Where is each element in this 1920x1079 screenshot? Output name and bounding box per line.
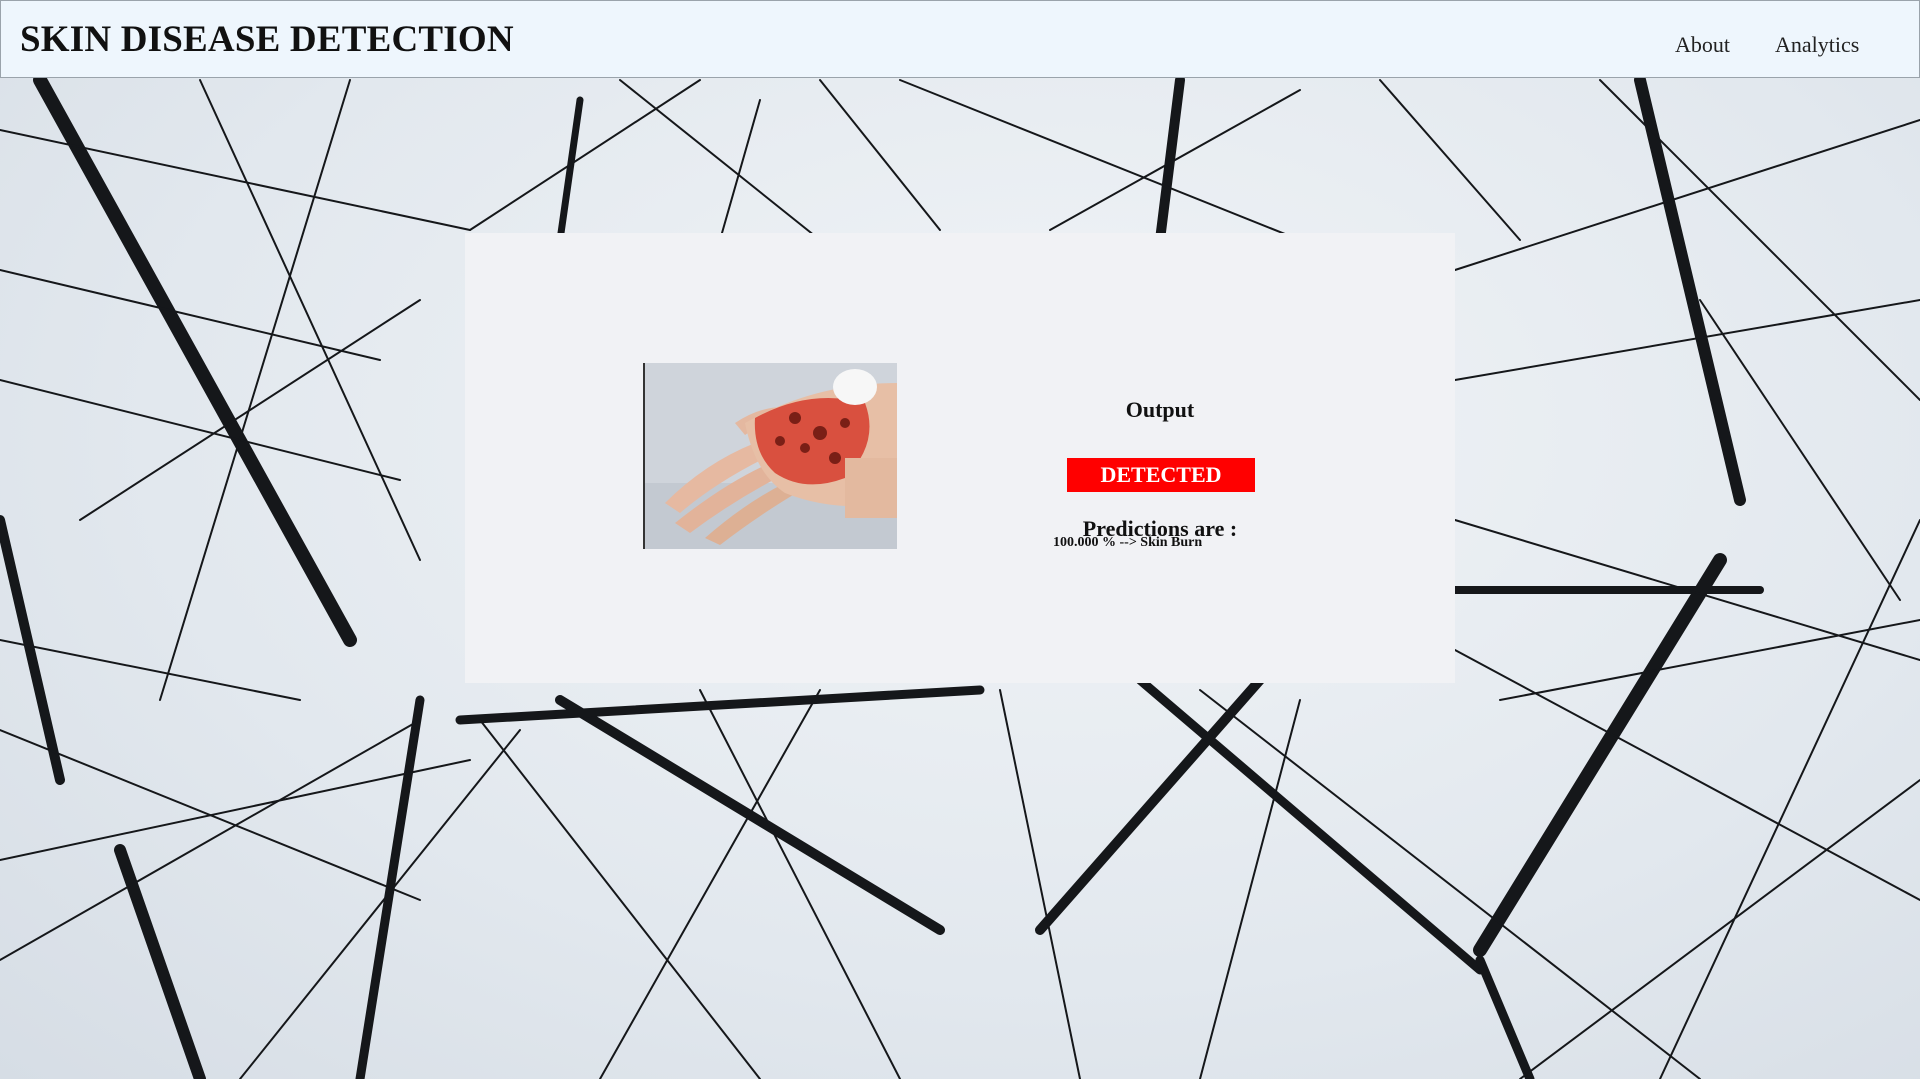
prediction-result-line: 100.000 % --> Skin Burn bbox=[1053, 535, 1203, 550]
top-navbar: SKIN DISEASE DETECTION About Analytics bbox=[0, 0, 1920, 78]
hand-burn-photo bbox=[645, 363, 897, 549]
output-heading: Output bbox=[1125, 397, 1195, 422]
nav-link-analytics[interactable]: Analytics bbox=[1775, 32, 1859, 58]
nav-link-about[interactable]: About bbox=[1675, 32, 1730, 58]
detected-status-badge: DETECTED bbox=[1067, 458, 1255, 492]
app-title: SKIN DISEASE DETECTION bbox=[20, 19, 514, 60]
uploaded-skin-image bbox=[643, 363, 897, 549]
result-panel: Output DETECTED Predictions are : 100.00… bbox=[465, 233, 1455, 683]
